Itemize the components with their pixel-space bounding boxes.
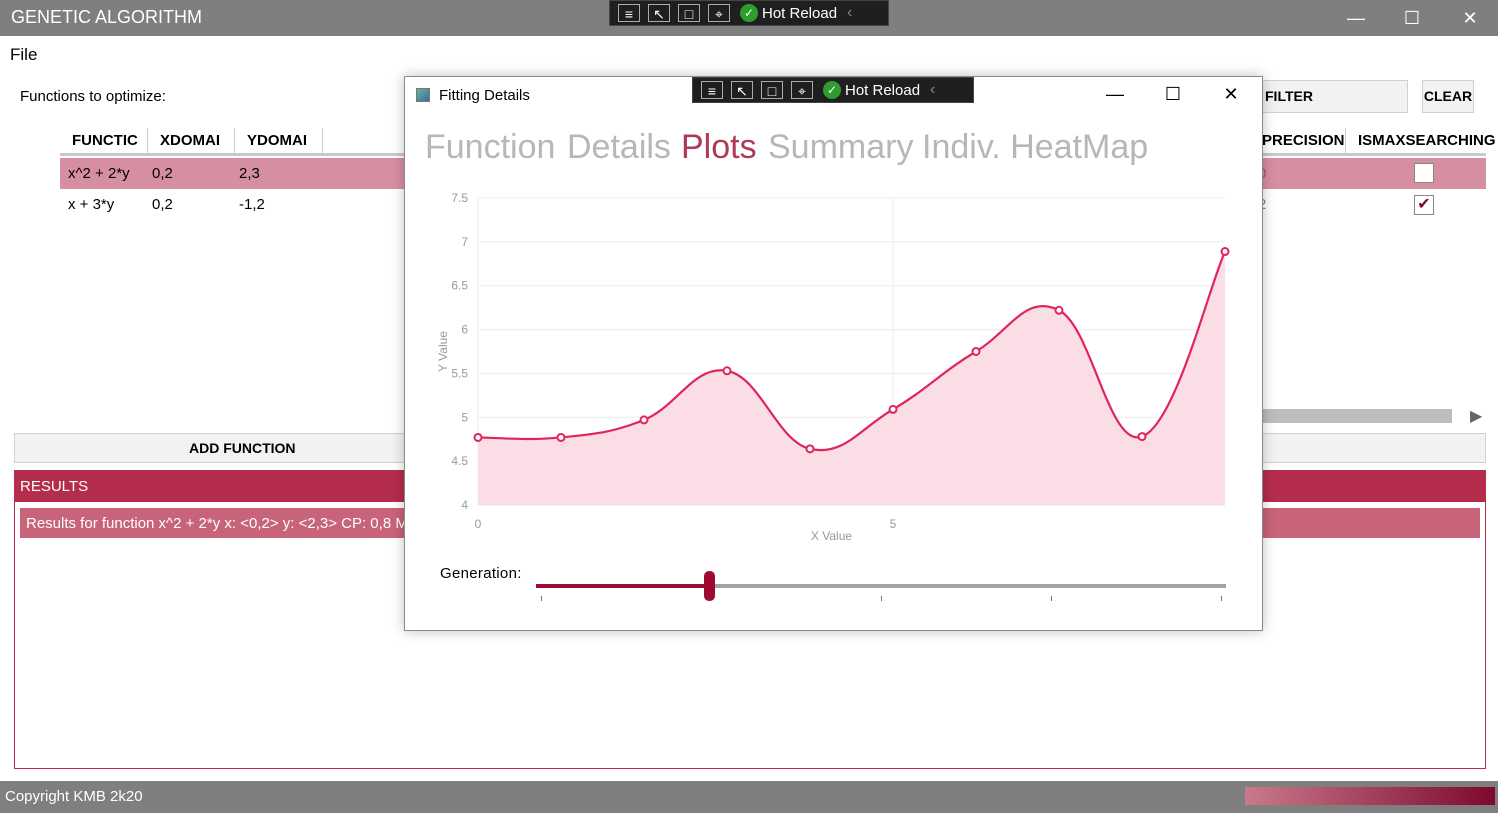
result-item-text: Results for function x^2 + 2*y x: <0,2> …	[26, 515, 408, 532]
track-focus-icon[interactable]: ⌖	[791, 81, 813, 99]
dialog-close-button[interactable]: ✕	[1211, 84, 1251, 105]
y-tick-label: 5	[461, 410, 468, 424]
data-point	[805, 444, 815, 454]
clear-button[interactable]: CLEAR	[1422, 80, 1474, 113]
dialog-title: Fitting Details	[439, 87, 530, 104]
data-point	[1220, 247, 1230, 257]
data-point	[971, 347, 981, 356]
select-element-icon[interactable]: ↖	[731, 81, 753, 99]
scroll-right-arrow-icon[interactable]: ▶	[1470, 406, 1482, 426]
x-tick-label: 0	[475, 517, 482, 531]
app-title: GENETIC ALGORITHM	[11, 7, 203, 27]
cell-ydomain[interactable]: 2,3	[239, 158, 260, 189]
select-element-icon[interactable]: ↖	[648, 4, 670, 22]
collapse-chevron-icon[interactable]: ‹	[847, 4, 852, 22]
y-tick-label: 5.5	[451, 366, 468, 380]
ismaxsearching-checkbox-checked[interactable]: ✔	[1414, 195, 1434, 215]
data-point	[473, 432, 483, 442]
column-header-xdomain[interactable]: XDOMAI	[148, 128, 235, 154]
y-tick-label: 4	[461, 498, 468, 512]
x-axis-label: X Value	[811, 529, 852, 543]
display-adorners-icon[interactable]: □	[678, 4, 700, 22]
series-area	[478, 251, 1225, 505]
progress-bar	[1245, 787, 1495, 805]
window-icon	[416, 88, 430, 102]
hot-reload-check-icon: ✓	[823, 81, 841, 99]
horizontal-scrollbar[interactable]	[1262, 409, 1452, 423]
cell-function[interactable]: x + 3*y	[68, 189, 114, 220]
fitness-chart: 4 4.5 5 5.5 6 6.5 7 7.5 0 5 X Value Y Value	[436, 191, 1230, 543]
cell-xdomain[interactable]: 0,2	[152, 189, 173, 220]
minimize-button[interactable]: —	[1333, 0, 1379, 36]
column-header-function[interactable]: FUNCTIC	[60, 128, 148, 154]
menu-file[interactable]: File	[10, 45, 37, 65]
data-point	[556, 432, 566, 442]
hot-reload-label: Hot Reload	[762, 4, 838, 22]
functions-label: Functions to optimize:	[20, 88, 166, 105]
y-tick-label: 6.5	[451, 279, 468, 293]
display-adorners-icon[interactable]: □	[761, 81, 783, 99]
filter-button[interactable]: FILTER	[1262, 80, 1408, 113]
data-point	[1137, 432, 1147, 442]
hot-reload-label: Hot Reload	[845, 81, 921, 99]
cell-ydomain[interactable]: -1,2	[239, 189, 265, 220]
y-axis-label: Y Value	[436, 331, 450, 372]
data-point	[1054, 305, 1064, 315]
generation-label: Generation:	[440, 565, 522, 582]
live-tree-icon[interactable]: ≡	[701, 81, 723, 99]
y-tick-label: 4.5	[451, 454, 468, 468]
y-tick-label: 7.5	[451, 191, 468, 205]
generation-slider-fill	[536, 584, 709, 588]
hot-reload-toolbar: ≡ ↖ □ ⌖ ✓ Hot Reload ‹	[609, 0, 889, 26]
tab-details[interactable]: Details	[567, 128, 671, 167]
data-point	[639, 415, 649, 425]
slider-tick	[881, 596, 882, 601]
dialog-minimize-button[interactable]: —	[1095, 84, 1135, 105]
generation-slider-thumb[interactable]	[703, 571, 715, 601]
y-tick-label: 7	[461, 235, 468, 249]
close-button[interactable]: ✕	[1447, 0, 1493, 36]
tab-indiv-heatmap[interactable]: Indiv. HeatMap	[922, 128, 1148, 167]
cell-function[interactable]: x^2 + 2*y	[68, 158, 130, 189]
cell-xdomain[interactable]: 0,2	[152, 158, 173, 189]
slider-tick	[1051, 596, 1052, 601]
check-icon: ✔	[1417, 196, 1431, 213]
ismaxsearching-checkbox[interactable]	[1414, 163, 1434, 183]
collapse-chevron-icon[interactable]: ‹	[930, 81, 935, 99]
track-focus-icon[interactable]: ⌖	[708, 4, 730, 22]
results-title: RESULTS	[20, 478, 89, 495]
slider-tick	[541, 596, 542, 601]
slider-tick	[1221, 596, 1222, 601]
dialog-hot-reload-toolbar: ≡ ↖ □ ⌖ ✓ Hot Reload ‹	[692, 77, 974, 103]
maximize-button[interactable]: ☐	[1389, 0, 1435, 36]
data-point	[888, 404, 898, 414]
column-header-precision[interactable]: PRECISION	[1250, 128, 1346, 154]
tab-summary[interactable]: Summary	[768, 128, 913, 167]
hot-reload-check-icon: ✓	[740, 4, 758, 22]
data-point	[722, 366, 732, 376]
column-header-ismaxsearching[interactable]: ISMAXSEARCHING	[1346, 128, 1496, 154]
y-tick-label: 6	[461, 323, 468, 337]
column-header-ydomain[interactable]: YDOMAI	[235, 128, 323, 154]
tab-function[interactable]: Function	[425, 128, 555, 167]
tab-plots[interactable]: Plots	[681, 128, 757, 167]
live-tree-icon[interactable]: ≡	[618, 4, 640, 22]
copyright-text: Copyright KMB 2k20	[5, 788, 143, 805]
dialog-maximize-button[interactable]: ☐	[1153, 84, 1193, 105]
x-tick-label: 5	[890, 517, 897, 531]
